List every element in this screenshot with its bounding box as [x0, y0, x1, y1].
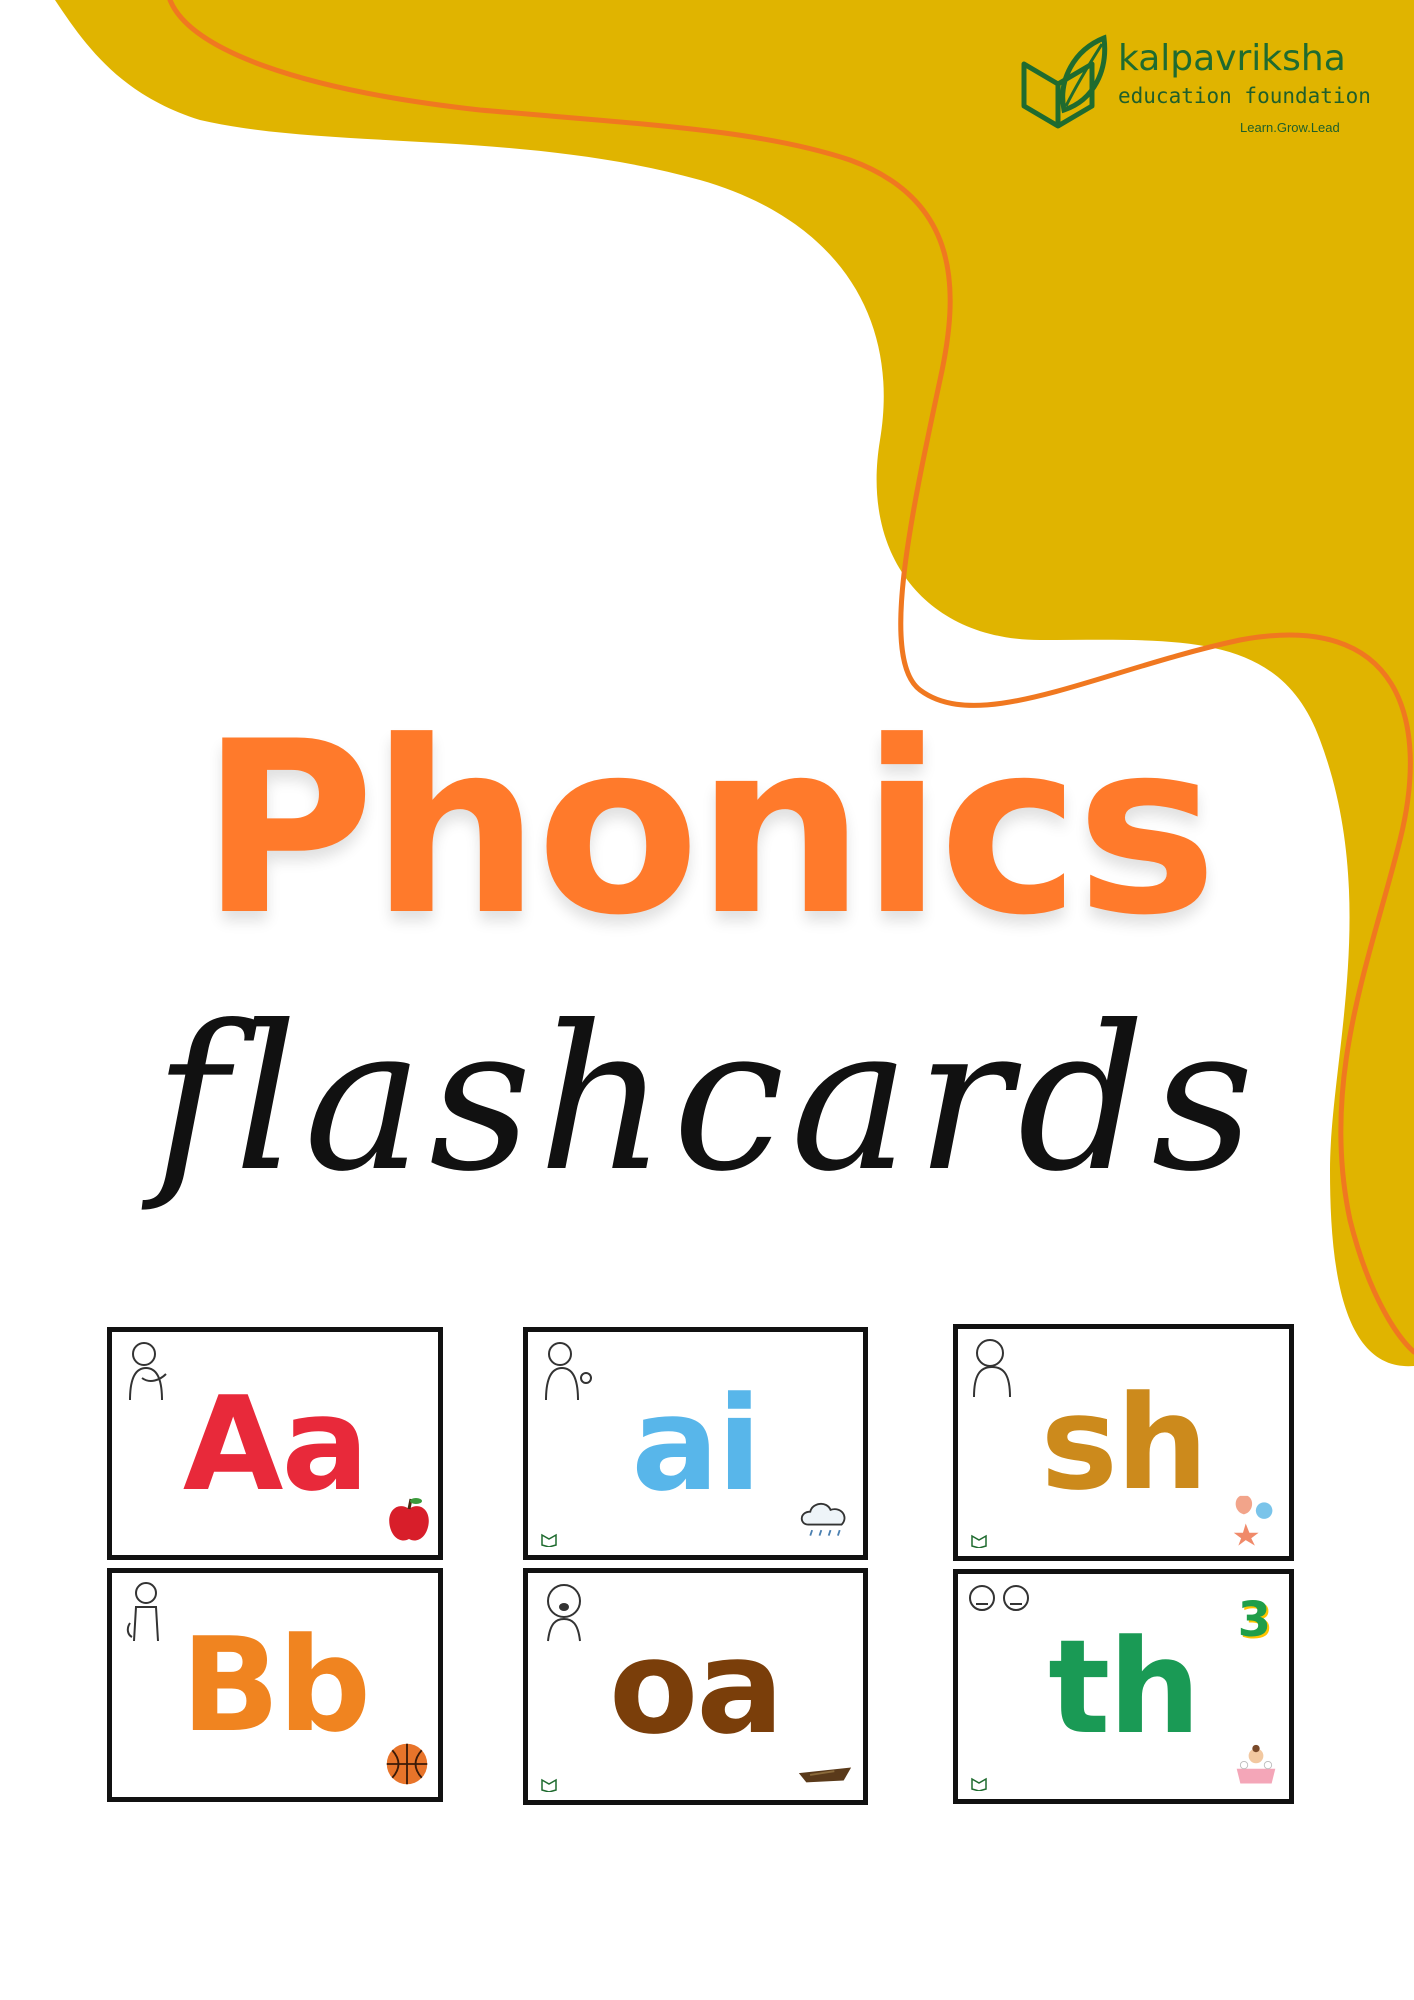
- logo-name: kalpavriksha: [1118, 38, 1346, 79]
- boat-icon: [798, 1767, 852, 1783]
- bath-icon: [1236, 1744, 1276, 1784]
- flashcard-th: 3 th: [953, 1569, 1294, 1804]
- flashcard-ai: ai: [523, 1327, 868, 1560]
- flashcard-aa: Aa: [107, 1327, 443, 1560]
- mini-logo-icon: [541, 1533, 557, 1547]
- flashcard-bb: Bb: [107, 1568, 443, 1802]
- basketball-icon: [386, 1743, 428, 1785]
- page-title: Phonics: [200, 691, 1217, 968]
- card-letters: oa: [608, 1610, 784, 1763]
- card-letters: th: [1048, 1610, 1201, 1763]
- flashcard-oa: oa: [523, 1568, 868, 1805]
- seashell-icon: [1233, 1495, 1273, 1546]
- kalpavriksha-logo: kalpavriksha education foundation Learn.…: [1018, 34, 1371, 144]
- card-letters: Bb: [180, 1609, 371, 1761]
- rain-cloud-icon: [800, 1502, 846, 1536]
- logo-subtitle: education foundation: [1118, 84, 1371, 108]
- mini-logo-icon: [971, 1777, 987, 1791]
- book-leaf-icon: [1021, 34, 1108, 129]
- flashcard-sh: sh: [953, 1324, 1294, 1561]
- mini-logo-icon: [971, 1534, 987, 1548]
- mini-logo-icon: [541, 1778, 557, 1792]
- card-letters: ai: [631, 1367, 761, 1520]
- logo-tagline: Learn.Grow.Lead: [1240, 120, 1340, 135]
- page-subtitle: flashcards: [153, 983, 1261, 1216]
- apple-icon: [389, 1498, 429, 1541]
